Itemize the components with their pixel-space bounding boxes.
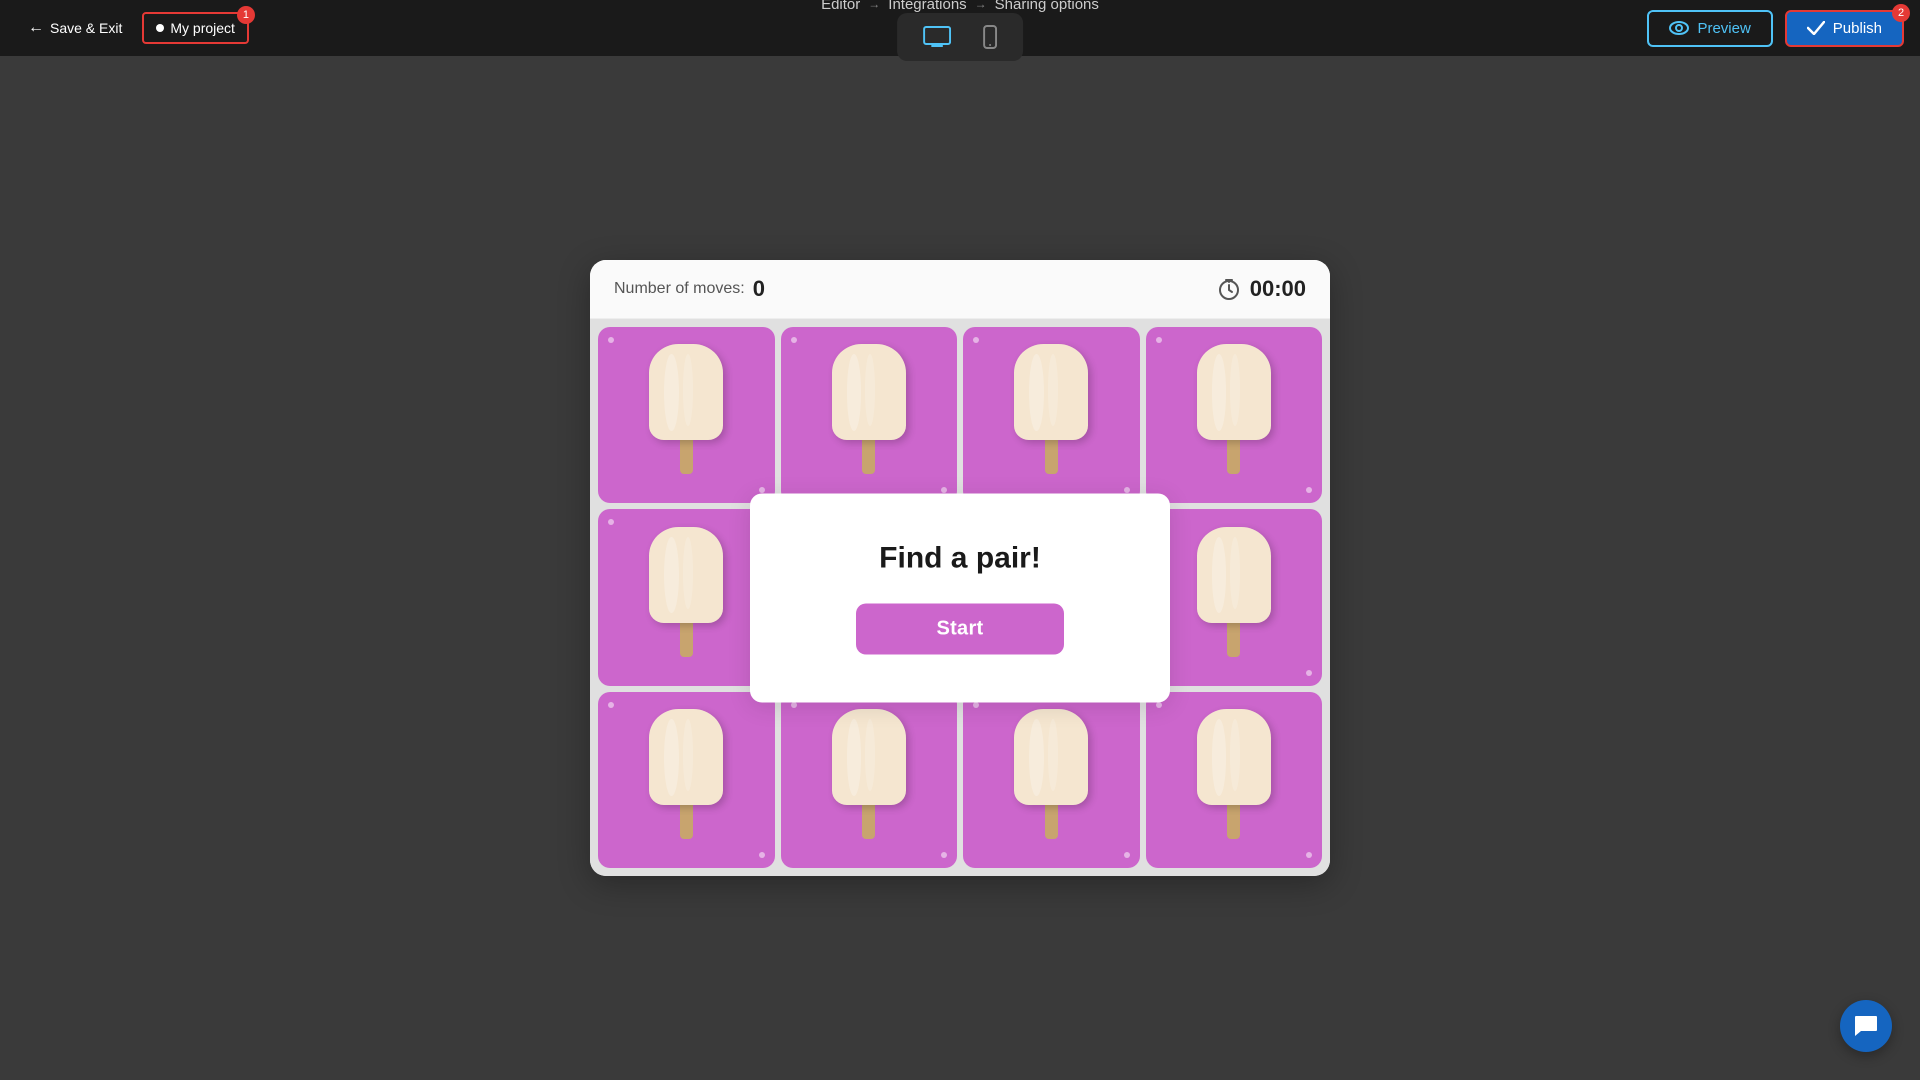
pop-body xyxy=(649,527,723,623)
stats-bar: Number of moves: 0 00:00 xyxy=(590,260,1330,319)
popsicle-11 xyxy=(988,709,1115,850)
pop-body xyxy=(1014,709,1088,805)
popsicle-9 xyxy=(623,709,750,850)
pop-stick xyxy=(1227,440,1240,474)
device-toggle-bar xyxy=(897,13,1023,61)
pop-stick xyxy=(1045,805,1058,839)
grid-cell-4[interactable] xyxy=(1146,327,1323,504)
dot-tl xyxy=(608,519,614,525)
save-exit-label: Save & Exit xyxy=(50,20,122,36)
popsicle-2 xyxy=(805,344,932,485)
dot-tl xyxy=(973,337,979,343)
eye-icon xyxy=(1669,21,1689,35)
chat-icon xyxy=(1853,1013,1879,1039)
arrow-left-icon: ← xyxy=(28,19,44,37)
dot-tl xyxy=(791,337,797,343)
nav-editor[interactable]: Editor xyxy=(821,0,860,13)
overlay-modal: Find a pair! Start xyxy=(750,493,1170,702)
chat-bubble-button[interactable] xyxy=(1840,1000,1892,1052)
arrow-icon-1: → xyxy=(868,0,880,11)
dot-tl xyxy=(608,702,614,708)
dot-br xyxy=(1306,852,1312,858)
moves-section: Number of moves: 0 xyxy=(614,276,765,302)
dot-br xyxy=(941,852,947,858)
pop-stick xyxy=(862,805,875,839)
pop-stick xyxy=(862,440,875,474)
mobile-view-button[interactable] xyxy=(973,19,1007,55)
grid-cell-1[interactable] xyxy=(598,327,775,504)
dot-br xyxy=(1124,852,1130,858)
publish-button[interactable]: Publish 2 xyxy=(1785,10,1904,47)
dot-tl xyxy=(608,337,614,343)
overlay-title: Find a pair! xyxy=(879,541,1041,575)
grid-cell-9[interactable] xyxy=(598,692,775,869)
grid-cell-12[interactable] xyxy=(1146,692,1323,869)
pop-body xyxy=(1014,344,1088,440)
dot-br xyxy=(759,852,765,858)
popsicle-8 xyxy=(1170,527,1297,668)
dot-icon xyxy=(156,24,164,32)
pop-body xyxy=(649,344,723,440)
pop-body xyxy=(832,344,906,440)
grid-cell-11[interactable] xyxy=(963,692,1140,869)
project-name-button[interactable]: My project 1 xyxy=(142,12,249,44)
timer-icon xyxy=(1218,278,1240,300)
pop-stick xyxy=(680,440,693,474)
save-exit-button[interactable]: ← Save & Exit xyxy=(16,13,134,43)
grid-cell-10[interactable] xyxy=(781,692,958,869)
topbar-left: ← Save & Exit My project 1 xyxy=(16,12,249,44)
nav-sharing[interactable]: Sharing options xyxy=(995,0,1099,13)
project-badge: 1 xyxy=(237,6,255,24)
dot-br xyxy=(1306,487,1312,493)
topbar-right: Preview Publish 2 xyxy=(1647,10,1904,47)
check-icon xyxy=(1807,21,1825,35)
popsicle-10 xyxy=(805,709,932,850)
popsicle-5 xyxy=(623,527,750,668)
grid-cell-3[interactable] xyxy=(963,327,1140,504)
popsicle-1 xyxy=(623,344,750,485)
preview-button[interactable]: Preview xyxy=(1647,10,1772,47)
timer-section: 00:00 xyxy=(1218,276,1306,302)
moves-count: 0 xyxy=(753,276,765,302)
grid-area: Find a pair! Start xyxy=(590,319,1330,877)
moves-label: Number of moves: xyxy=(614,280,745,298)
game-card: Number of moves: 0 00:00 xyxy=(590,260,1330,877)
pop-body xyxy=(1197,527,1271,623)
desktop-view-button[interactable] xyxy=(913,20,961,54)
nav-integrations[interactable]: Integrations xyxy=(888,0,966,13)
grid-cell-5[interactable] xyxy=(598,509,775,686)
pop-stick xyxy=(1045,440,1058,474)
pop-stick xyxy=(1227,623,1240,657)
pop-stick xyxy=(680,623,693,657)
pop-body xyxy=(649,709,723,805)
pop-stick xyxy=(1227,805,1240,839)
dot-tl xyxy=(973,702,979,708)
pop-body xyxy=(1197,709,1271,805)
publish-badge: 2 xyxy=(1892,4,1910,22)
pop-body xyxy=(1197,344,1271,440)
preview-label: Preview xyxy=(1697,20,1750,37)
start-button[interactable]: Start xyxy=(856,603,1063,654)
dot-tl xyxy=(1156,337,1162,343)
publish-label: Publish xyxy=(1833,20,1882,37)
dot-br xyxy=(1306,670,1312,676)
grid-cell-8[interactable] xyxy=(1146,509,1323,686)
main-content: Number of moves: 0 00:00 xyxy=(0,56,1920,1080)
dot-tl xyxy=(1156,702,1162,708)
dot-tl xyxy=(791,702,797,708)
pop-stick xyxy=(680,805,693,839)
timer-value: 00:00 xyxy=(1250,276,1306,302)
popsicle-4 xyxy=(1170,344,1297,485)
project-name-label: My project xyxy=(170,20,235,36)
popsicle-3 xyxy=(988,344,1115,485)
arrow-icon-2: → xyxy=(975,0,987,11)
popsicle-12 xyxy=(1170,709,1297,850)
nav-steps: Editor → Integrations → Sharing options xyxy=(821,0,1099,13)
pop-body xyxy=(832,709,906,805)
grid-cell-2[interactable] xyxy=(781,327,958,504)
topbar: ← Save & Exit My project 1 Editor → Inte… xyxy=(0,0,1920,56)
topbar-center: Editor → Integrations → Sharing options xyxy=(821,0,1099,61)
